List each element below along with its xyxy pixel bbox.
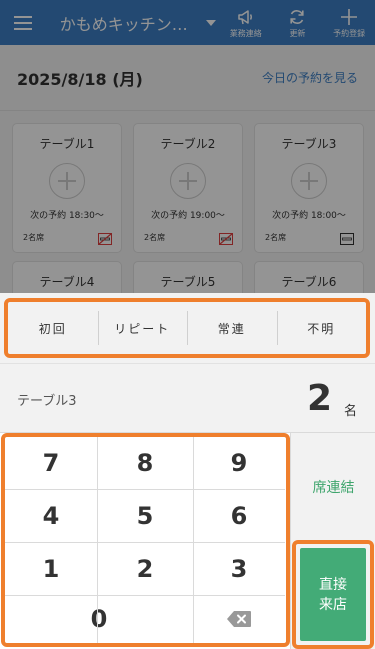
walk-in-label-line1: 直接: [319, 576, 347, 593]
walk-in-label: 直接 来店: [319, 575, 347, 615]
customer-type-first-visit[interactable]: 初回: [8, 302, 98, 354]
key-1[interactable]: 1: [5, 542, 97, 595]
key-6[interactable]: 6: [193, 489, 285, 542]
key-8[interactable]: 8: [97, 437, 193, 489]
key-4[interactable]: 4: [5, 489, 97, 542]
key-7[interactable]: 7: [5, 437, 97, 489]
selection-row: テーブル3 2 名: [0, 363, 375, 433]
key-3[interactable]: 3: [193, 542, 285, 595]
key-5[interactable]: 5: [97, 489, 193, 542]
join-tables-button[interactable]: 席連結: [291, 433, 375, 541]
app-root: かもめキッチン… 業務連絡 更新 予約登録 2025/8/18 (月) 今日の予…: [0, 0, 375, 649]
keypad-divider: [5, 595, 285, 596]
walk-in-button[interactable]: 直接 来店: [300, 548, 366, 641]
key-9[interactable]: 9: [193, 437, 285, 489]
walkin-highlight: 直接 来店: [292, 540, 374, 649]
backspace-icon: [227, 611, 251, 627]
party-size: 2: [306, 378, 332, 419]
keypad-divider: [97, 437, 98, 643]
walk-in-label-line2: 来店: [319, 596, 347, 613]
numeric-keypad: 7 8 9 4 5 6 1 2 3 0: [0, 433, 290, 649]
customer-type-unknown[interactable]: 不明: [276, 302, 367, 354]
keypad-divider: [5, 489, 285, 490]
customer-type-repeat[interactable]: リピート: [97, 302, 188, 354]
modal-backdrop[interactable]: [0, 0, 375, 293]
key-2[interactable]: 2: [97, 542, 193, 595]
key-0[interactable]: 0: [5, 595, 193, 643]
customer-type-panel: 初回 リピート 常連 不明: [0, 293, 375, 363]
backspace-button[interactable]: [193, 595, 285, 643]
party-size-unit: 名: [343, 404, 357, 419]
keypad-divider: [5, 542, 285, 543]
side-actions: 席連結 直接 来店: [290, 433, 375, 649]
customer-type-regular[interactable]: 常連: [187, 302, 277, 354]
customer-type-selector: 初回 リピート 常連 不明: [4, 298, 370, 358]
keypad-divider: [193, 437, 194, 643]
selected-table: テーブル3: [17, 394, 77, 409]
